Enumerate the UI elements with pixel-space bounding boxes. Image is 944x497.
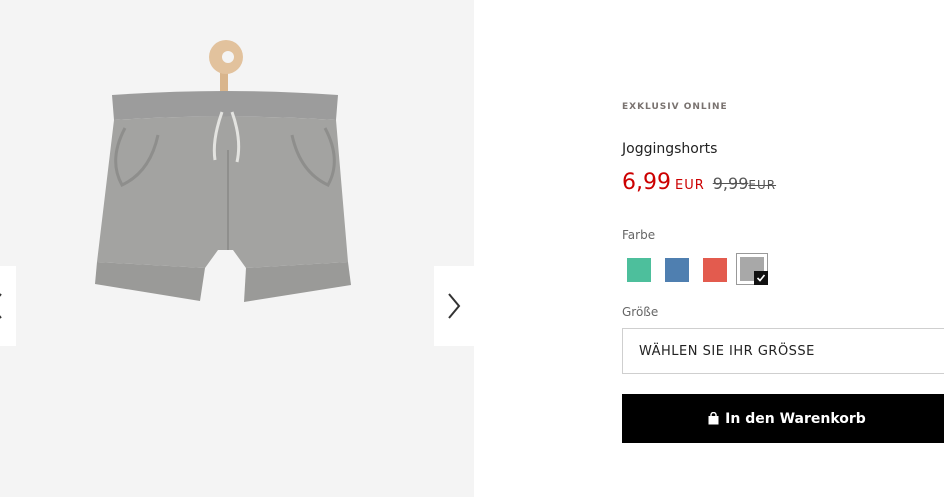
old-price: 9,99 <box>712 174 749 193</box>
add-to-cart-label: In den Warenkorb <box>725 410 866 427</box>
swatch-blue[interactable] <box>665 258 689 282</box>
color-swatches <box>622 253 782 285</box>
shopping-bag-icon <box>708 412 719 425</box>
gallery-next-button[interactable] <box>434 266 474 346</box>
size-label: Größe <box>622 305 659 319</box>
product-gallery <box>0 0 474 497</box>
swatch-coral[interactable] <box>703 258 727 282</box>
add-to-cart-button[interactable]: In den Warenkorb <box>622 394 944 443</box>
swatch-grey-selected[interactable] <box>736 253 768 285</box>
product-title: Joggingshorts <box>622 141 718 157</box>
swatch-mint[interactable] <box>627 258 651 282</box>
product-image <box>95 40 351 302</box>
price-row: 6,99 EUR 9,99EUR <box>622 170 776 195</box>
gallery-prev-button[interactable] <box>0 266 16 346</box>
current-price-currency: EUR <box>674 178 705 193</box>
current-price: 6,99 <box>622 170 671 195</box>
color-label: Farbe <box>622 228 656 242</box>
chevron-right-icon <box>448 293 461 319</box>
checkmark-icon <box>754 271 768 285</box>
size-select-placeholder: WÄHLEN SIE IHR GRÖSSE <box>639 343 815 359</box>
size-select[interactable]: WÄHLEN SIE IHR GRÖSSE <box>622 328 944 374</box>
old-price-currency: EUR <box>748 178 777 192</box>
chevron-left-icon <box>0 293 2 319</box>
exclusive-badge: EXKLUSIV ONLINE <box>622 102 728 112</box>
